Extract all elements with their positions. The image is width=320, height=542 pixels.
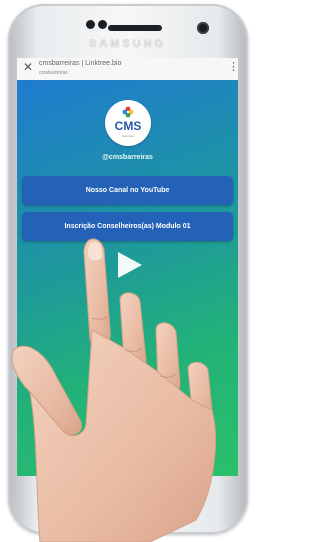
hand-overlay [11, 238, 216, 542]
stage: SAMSUNG ✕ cmsbarreiras | Linktree.bio cm… [0, 0, 255, 542]
